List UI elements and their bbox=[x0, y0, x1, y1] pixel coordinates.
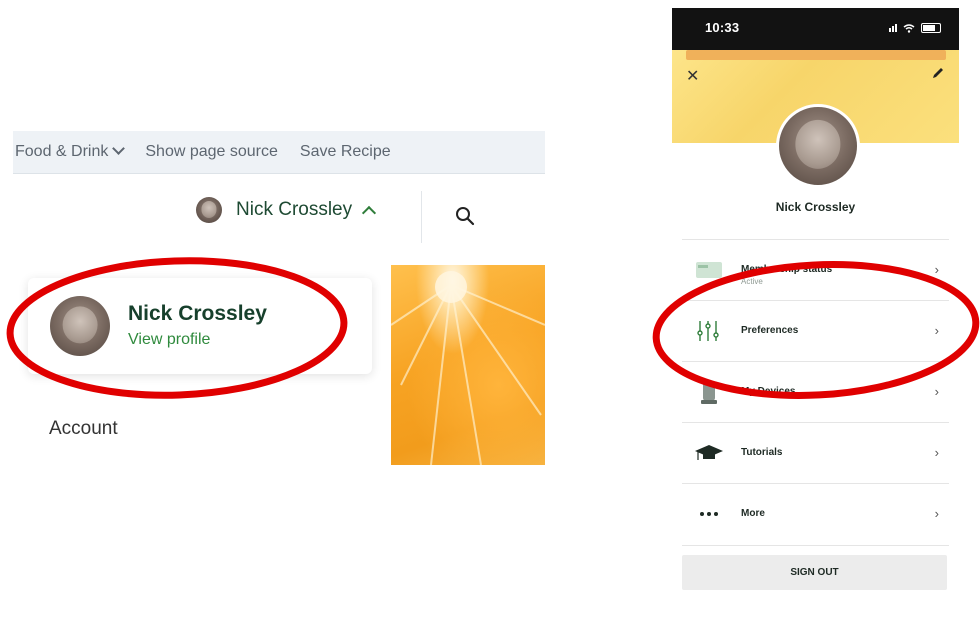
sliders-icon bbox=[697, 321, 719, 341]
wifi-icon bbox=[903, 23, 915, 33]
battery-icon bbox=[921, 23, 941, 33]
chevron-right-icon: › bbox=[934, 384, 939, 399]
user-menu-name: Nick Crossley bbox=[236, 199, 353, 220]
edit-icon[interactable] bbox=[931, 66, 945, 80]
menu-item-devices[interactable]: My Devices › bbox=[682, 361, 949, 423]
top-nav: Food & Drink Show page source Save Recip… bbox=[13, 131, 545, 174]
membership-card-icon bbox=[696, 262, 722, 278]
profile-name: Nick Crossley bbox=[128, 302, 267, 325]
search-icon[interactable] bbox=[455, 206, 475, 226]
chevron-right-icon: › bbox=[934, 262, 939, 277]
nav-show-page-source[interactable]: Show page source bbox=[145, 143, 278, 161]
chevron-down-icon bbox=[112, 142, 126, 155]
menu-item-label: Preferences bbox=[741, 325, 799, 336]
signal-icon bbox=[889, 24, 897, 32]
orange-photo bbox=[391, 265, 545, 465]
phone-profile-name: Nick Crossley bbox=[775, 200, 856, 214]
chevron-right-icon: › bbox=[934, 445, 939, 460]
status-bar: 10:33 bbox=[672, 8, 959, 50]
user-menu-toggle[interactable]: Nick Crossley bbox=[196, 197, 377, 223]
view-profile-link[interactable]: View profile bbox=[128, 331, 210, 349]
sign-out-button[interactable]: SIGN OUT bbox=[682, 555, 947, 590]
nav-save-recipe[interactable]: Save Recipe bbox=[300, 143, 391, 161]
chevron-right-icon: › bbox=[934, 323, 939, 338]
menu-item-preferences[interactable]: Preferences › bbox=[682, 300, 949, 362]
avatar bbox=[196, 197, 222, 223]
close-icon[interactable]: ✕ bbox=[686, 66, 699, 86]
menu-item-more[interactable]: More › bbox=[682, 483, 949, 546]
graduation-cap-icon bbox=[695, 445, 723, 460]
chevron-right-icon: › bbox=[934, 506, 939, 521]
divider bbox=[421, 191, 422, 243]
avatar bbox=[50, 296, 110, 356]
menu-item-label: Membership status bbox=[741, 264, 833, 275]
nav-food-drink-label: Food & Drink bbox=[15, 143, 109, 160]
status-time: 10:33 bbox=[705, 20, 740, 35]
nav-food-drink[interactable]: Food & Drink bbox=[15, 142, 126, 161]
more-dots-icon bbox=[700, 512, 718, 516]
menu-item-label: More bbox=[741, 508, 765, 519]
menu-item-label: Tutorials bbox=[741, 447, 783, 458]
avatar bbox=[776, 104, 860, 188]
menu-item-membership[interactable]: Membership status Active › bbox=[682, 239, 949, 301]
account-label[interactable]: Account bbox=[49, 418, 118, 440]
header-image-strip bbox=[686, 50, 946, 60]
menu-item-sub: Active bbox=[741, 277, 763, 286]
chevron-up-icon bbox=[362, 205, 377, 221]
profile-card[interactable]: Nick Crossley View profile bbox=[28, 278, 372, 374]
menu-item-label: My Devices bbox=[741, 386, 796, 397]
menu-item-tutorials[interactable]: Tutorials › bbox=[682, 422, 949, 484]
phone-screen: 10:33 ✕ Nick Crossley Membership status … bbox=[672, 8, 959, 619]
device-icon bbox=[701, 381, 717, 404]
